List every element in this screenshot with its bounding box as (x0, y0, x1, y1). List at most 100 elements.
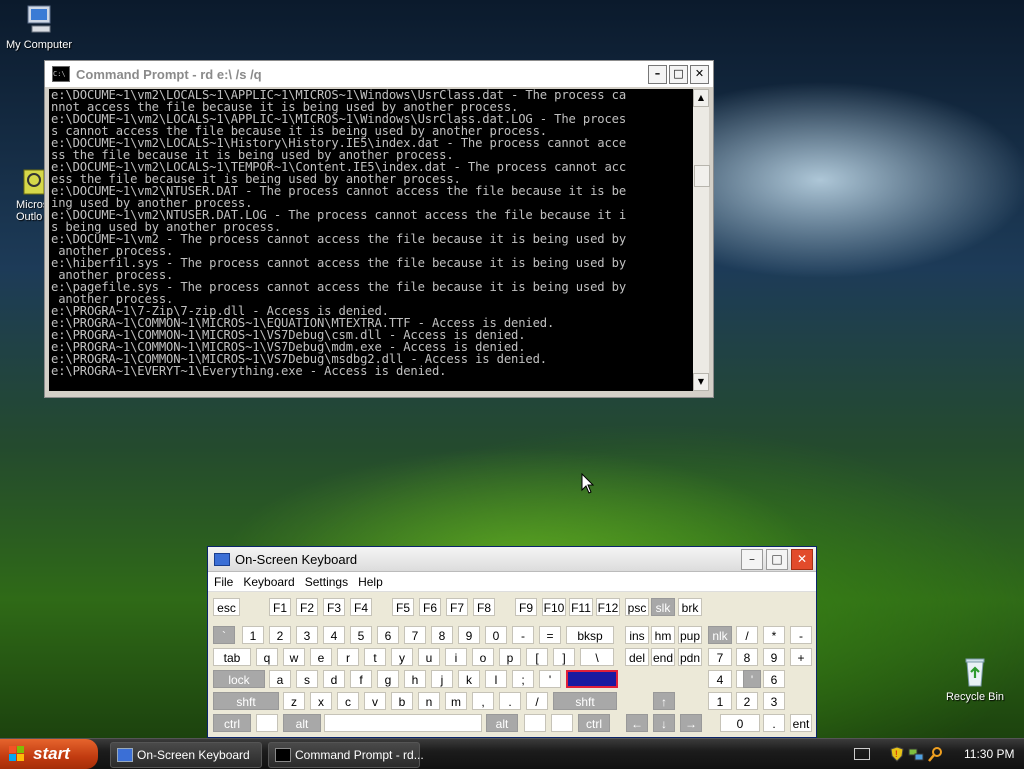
key-l[interactable]: l (485, 670, 507, 688)
key-9[interactable]: 9 (458, 626, 480, 644)
key-pup[interactable]: pup (678, 626, 702, 644)
key-symbol[interactable]: * (763, 626, 785, 644)
key-r[interactable]: r (337, 648, 359, 666)
desktop-icon-outlook[interactable]: Micros Outlo (4, 168, 48, 223)
key-q[interactable]: q (256, 648, 278, 666)
key-F4[interactable]: F4 (350, 598, 372, 616)
key-esc[interactable]: esc (213, 598, 240, 616)
key-shft[interactable]: shft (213, 692, 279, 710)
cmd-scrollbar[interactable]: ▲ ▼ (693, 89, 710, 391)
key-symbol[interactable]: - (790, 626, 812, 644)
key-0[interactable]: 0 (720, 714, 760, 732)
key-symbol[interactable]: ' (743, 670, 761, 688)
keyboard-tray-icon[interactable] (854, 748, 870, 760)
network-icon[interactable] (908, 746, 924, 762)
start-button[interactable]: start (0, 739, 98, 769)
scroll-thumb[interactable] (694, 165, 710, 187)
maximize-button[interactable]: □ (766, 548, 788, 570)
key-h[interactable]: h (404, 670, 426, 688)
arrow-key-icon[interactable]: ← (626, 714, 648, 732)
key-symbol[interactable]: ; (512, 670, 534, 688)
key-i[interactable]: i (445, 648, 467, 666)
key-shft[interactable]: shft (553, 692, 617, 710)
arrow-key-icon[interactable]: ↓ (653, 714, 675, 732)
menu-settings[interactable]: Settings (305, 575, 348, 589)
scroll-up-arrow-icon[interactable]: ▲ (693, 89, 709, 107)
key-slk[interactable]: slk (651, 598, 675, 616)
key-w[interactable]: w (283, 648, 305, 666)
key-t[interactable]: t (364, 648, 386, 666)
key-F2[interactable]: F2 (296, 598, 318, 616)
menu-help[interactable]: Help (358, 575, 383, 589)
key-4[interactable]: 4 (708, 670, 732, 688)
key-b[interactable]: b (391, 692, 413, 710)
key-tab[interactable]: tab (213, 648, 251, 666)
key-symbol[interactable]: - (512, 626, 534, 644)
minimize-button[interactable]: – (741, 548, 763, 570)
key-psc[interactable]: psc (625, 598, 649, 616)
key-F7[interactable]: F7 (446, 598, 468, 616)
key-5[interactable]: 5 (350, 626, 372, 644)
key-symbol[interactable]: / (736, 626, 758, 644)
key-F8[interactable]: F8 (473, 598, 495, 616)
key-F10[interactable]: F10 (542, 598, 566, 616)
key-7[interactable]: 7 (404, 626, 426, 644)
key-F9[interactable]: F9 (515, 598, 537, 616)
key-F5[interactable]: F5 (392, 598, 414, 616)
key-2[interactable]: 2 (269, 626, 291, 644)
key-8[interactable]: 8 (736, 648, 758, 666)
key-v[interactable]: v (364, 692, 386, 710)
key-F1[interactable]: F1 (269, 598, 291, 616)
key-blank[interactable] (524, 714, 546, 732)
desktop-icon-my-computer[interactable]: My Computer (0, 4, 78, 51)
key-2[interactable]: 2 (736, 692, 758, 710)
key-1[interactable]: 1 (242, 626, 264, 644)
key-u[interactable]: u (418, 648, 440, 666)
security-shield-icon[interactable]: ! (890, 746, 904, 762)
key-symbol[interactable]: [ (526, 648, 548, 666)
key-k[interactable]: k (458, 670, 480, 688)
key-1[interactable]: 1 (708, 692, 732, 710)
minimize-button[interactable]: – (648, 64, 667, 84)
key-symbol[interactable]: \ (580, 648, 614, 666)
key-x[interactable]: x (310, 692, 332, 710)
key-4[interactable]: 4 (323, 626, 345, 644)
menu-file[interactable]: File (214, 575, 233, 589)
key-pdn[interactable]: pdn (678, 648, 702, 666)
key-e[interactable]: e (310, 648, 332, 666)
key-alt[interactable]: alt (486, 714, 518, 732)
key-bksp[interactable]: bksp (566, 626, 614, 644)
key-symbol[interactable]: = (539, 626, 561, 644)
key-c[interactable]: c (337, 692, 359, 710)
key-symbol[interactable]: . (499, 692, 521, 710)
desktop-icon-recycle-bin[interactable]: Recycle Bin (936, 656, 1014, 703)
key-f[interactable]: f (350, 670, 372, 688)
osk-title-bar[interactable]: On-Screen Keyboard – □ ✕ (208, 547, 816, 572)
taskbar-item-osk[interactable]: On-Screen Keyboard (110, 742, 262, 768)
key-blank[interactable] (324, 714, 482, 732)
search-icon[interactable] (928, 746, 944, 762)
key-y[interactable]: y (391, 648, 413, 666)
menu-keyboard[interactable]: Keyboard (243, 575, 294, 589)
key-ctrl[interactable]: ctrl (213, 714, 251, 732)
key-g[interactable]: g (377, 670, 399, 688)
key-symbol[interactable]: ] (553, 648, 575, 666)
scroll-down-arrow-icon[interactable]: ▼ (693, 373, 709, 391)
key-brk[interactable]: brk (678, 598, 702, 616)
key-symbol[interactable]: ` (213, 626, 235, 644)
on-screen-keyboard-window[interactable]: On-Screen Keyboard – □ ✕ File Keyboard S… (207, 546, 817, 738)
key-symbol[interactable]: , (472, 692, 494, 710)
key-6[interactable]: 6 (763, 670, 785, 688)
key-d[interactable]: d (323, 670, 345, 688)
key-F6[interactable]: F6 (419, 598, 441, 616)
key-alt[interactable]: alt (283, 714, 321, 732)
command-prompt-window[interactable]: C:\ Command Prompt - rd e:\ /s /q – □ ✕ … (44, 60, 714, 398)
key-9[interactable]: 9 (763, 648, 785, 666)
key-hm[interactable]: hm (651, 626, 675, 644)
key-m[interactable]: m (445, 692, 467, 710)
key-3[interactable]: 3 (763, 692, 785, 710)
arrow-key-icon[interactable]: → (680, 714, 702, 732)
key-n[interactable]: n (418, 692, 440, 710)
key-s[interactable]: s (296, 670, 318, 688)
key-symbol[interactable]: ' (539, 670, 561, 688)
